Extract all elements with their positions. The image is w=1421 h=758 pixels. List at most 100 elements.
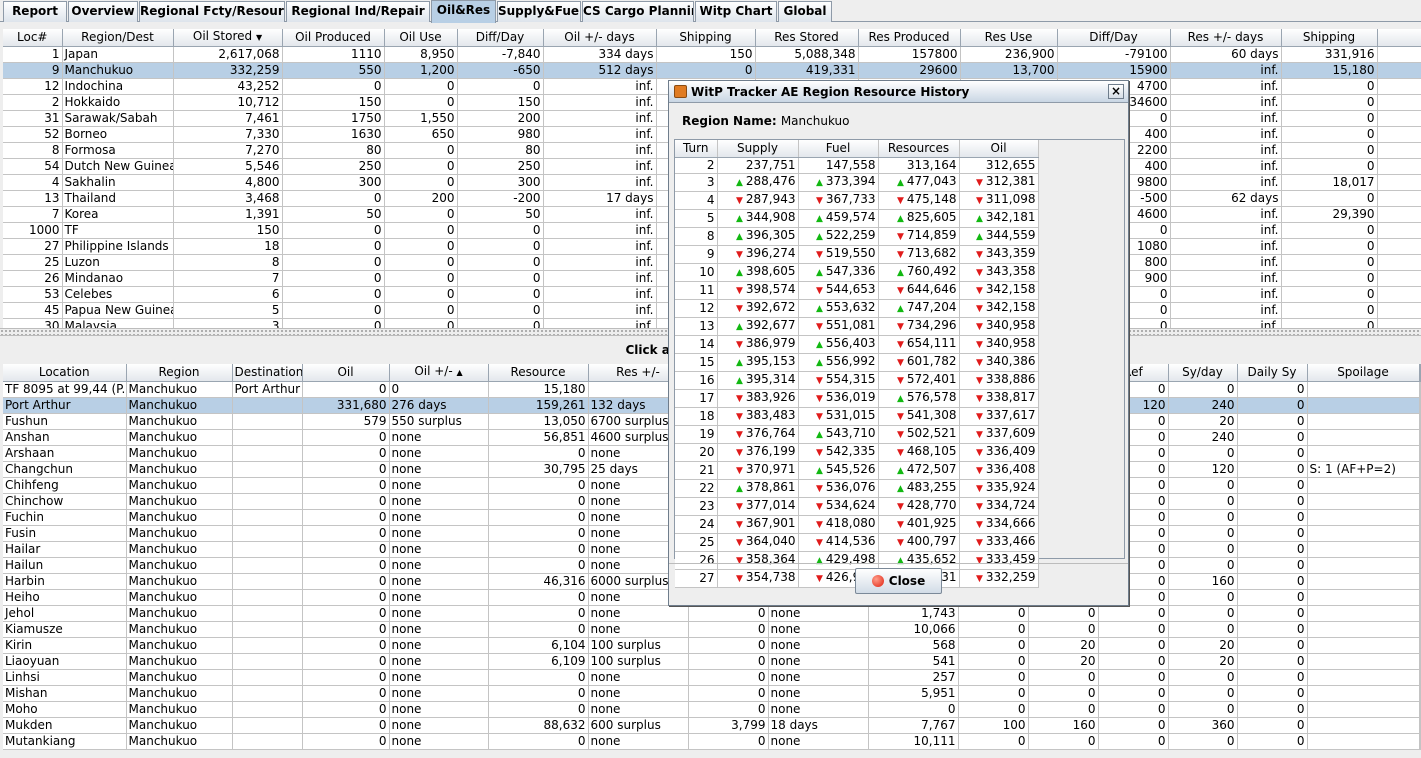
column-header[interactable]: Resource [488,364,589,382]
column-header[interactable]: Daily Sy [1237,364,1308,382]
column-header[interactable]: Diff/Day [457,29,544,47]
table-row[interactable]: Kirin Manchukuo 0 none 6,104 100 surplus 0 none… [3,637,1421,654]
tab-global[interactable]: Global [778,1,832,22]
history-row[interactable]: 20 ▼ 376,199 ▼ 542,335 ▼ 468,105 ▼ 336,409 [675,443,1039,462]
table-cell: 0 [302,461,390,478]
tab-regional-fcty-resources[interactable]: Regional Fcty/Resources [139,1,285,22]
history-row[interactable]: 3 ▲ 288,476 ▲ 373,394 ▲ 477,043 ▼ 312,381 [675,173,1039,192]
table-cell: 0 [958,685,1029,702]
column-header[interactable]: Oil [302,364,390,382]
history-row[interactable]: 22 ▲ 378,861 ▼ 536,076 ▲ 483,255 ▼ 335,924 [675,479,1039,498]
close-icon[interactable]: × [1108,84,1124,99]
history-row[interactable]: 4 ▼ 287,943 ▼ 367,733 ▼ 475,148 ▼ 311,098 [675,191,1039,210]
history-row[interactable]: 8 ▲ 396,305 ▲ 522,259 ▼ 714,859 ▲ 344,559 [675,227,1039,246]
tab-cs-cargo-planning[interactable]: CS Cargo Planning [582,1,694,22]
down-arrow-icon: ▼ [735,555,743,566]
tab-regional-ind-repair[interactable]: Regional Ind/Repair [286,1,430,22]
history-row[interactable]: 15 ▲ 395,153 ▲ 556,992 ▼ 601,782 ▼ 340,386 [675,353,1039,372]
table-cell: Papua New Guinea [62,302,174,319]
column-header[interactable]: Res Use [960,29,1058,47]
table-cell: 0 [302,509,390,526]
column-header[interactable]: Res +/- days [1170,29,1282,47]
table-cell: 0 [488,557,589,574]
column-header[interactable]: Region/Dest [62,29,174,47]
history-row[interactable]: 19 ▼ 376,764 ▲ 543,710 ▼ 502,521 ▼ 337,609 [675,425,1039,444]
column-header[interactable]: Oil Produced [282,29,385,47]
history-row[interactable]: 16 ▲ 395,314 ▼ 554,315 ▼ 572,401 ▼ 338,886 [675,371,1039,390]
table-row[interactable]: 9 Manchukuo 332,259 550 1,200 -650 512 days 0 41… [3,62,1421,79]
table-cell: none [588,733,689,750]
history-column-header[interactable]: Turn [675,140,718,158]
table-row[interactable]: Mutankiang Manchukuo 0 none 0 none 0 none 10,111… [3,733,1421,750]
history-column-header[interactable]: Oil [959,140,1039,158]
history-cell: ▼ 337,617 [959,407,1039,426]
tab-overview[interactable]: Overview [68,1,138,22]
table-cell: 62 days [1170,190,1282,207]
tab-witp-chart[interactable]: Witp Chart [695,1,777,22]
history-row[interactable]: 2 237,751 147,558 313,164 312,655 [675,157,1039,174]
close-button[interactable]: Close [855,568,942,594]
dialog-title-bar[interactable]: WitP Tracker AE Region Resource History … [669,81,1128,103]
history-row[interactable]: 23 ▼ 377,014 ▼ 534,624 ▼ 428,770 ▼ 334,724 [675,497,1039,516]
table-cell: inf. [543,206,657,223]
table-row[interactable]: Linhsi Manchukuo 0 none 0 none 0 none 257 0 0 0 0 0 [3,669,1421,686]
column-header[interactable]: Res Produced [858,29,961,47]
column-header[interactable]: Sy/day [1168,364,1238,382]
column-header[interactable]: Oil Stored ▼ [173,29,283,47]
tab-oil-res[interactable]: Oil&Res [431,0,496,23]
table-row[interactable]: Mishan Manchukuo 0 none 0 none 0 none 5,951 0 0 0 0 0 [3,685,1421,702]
table-row[interactable]: Liaoyuan Manchukuo 0 none 6,109 100 surplus 0 n… [3,653,1421,670]
table-row[interactable]: Kiamusze Manchukuo 0 none 0 none 0 none 10,066 0 0… [3,621,1421,638]
history-row[interactable]: 9 ▼ 396,274 ▼ 519,550 ▼ 713,682 ▼ 343,359 [675,245,1039,264]
history-row[interactable]: 12 ▼ 392,672 ▲ 553,632 ▲ 747,204 ▼ 342,158 [675,299,1039,318]
column-header[interactable]: Diff/Day [1057,29,1171,47]
column-header[interactable]: Shipping [1281,29,1378,47]
history-column-header[interactable]: Resources [878,140,960,158]
column-header[interactable]: Location [3,364,127,382]
history-row[interactable]: 14 ▼ 386,979 ▲ 556,403 ▼ 654,111 ▼ 340,958 [675,335,1039,354]
tab-report[interactable]: Report [3,1,67,22]
history-column-header[interactable]: Supply [717,140,799,158]
column-header[interactable]: Region [126,364,233,382]
history-row[interactable]: 11 ▼ 398,574 ▼ 544,653 ▼ 644,646 ▼ 342,158 [675,281,1039,300]
column-header[interactable]: Oil +/- days [543,29,657,47]
column-header[interactable]: Oil +/- ▲ [389,364,489,382]
column-header[interactable]: Oil Use [384,29,458,47]
tab-supply-fuel[interactable]: Supply&Fuel [497,1,581,22]
history-row[interactable]: 26 ▼ 358,364 ▲ 429,498 ▲ 435,652 ▼ 333,459 [675,551,1039,570]
history-row[interactable]: 25 ▼ 364,040 ▼ 414,536 ▼ 400,797 ▼ 333,466 [675,533,1039,552]
column-header[interactable]: Spoilage [1307,364,1420,382]
table-cell: 250 [282,158,385,175]
history-row[interactable]: 5 ▲ 344,908 ▲ 459,574 ▲ 825,605 ▲ 342,181 [675,209,1039,228]
table-row[interactable]: Jehol Manchukuo 0 none 0 none 0 none 1,743 0 0 0 0 0 [3,605,1421,622]
column-header[interactable]: Shipping [656,29,756,47]
table-cell: Manchukuo [126,637,233,654]
table-cell: inf. [543,270,657,287]
history-row[interactable]: 24 ▼ 367,901 ▼ 418,080 ▼ 401,925 ▼ 334,666 [675,515,1039,534]
column-header[interactable]: Destination [232,364,303,382]
history-cell: ▲ 760,492 [878,263,960,282]
history-row[interactable]: 17 ▼ 383,926 ▼ 536,019 ▲ 576,578 ▼ 338,817 [675,389,1039,408]
table-cell-filler [1419,733,1421,750]
history-row[interactable]: 10 ▲ 398,605 ▲ 547,336 ▲ 760,492 ▼ 343,358 [675,263,1039,282]
table-cell: 0 [1281,238,1378,255]
history-column-header[interactable]: Fuel [798,140,879,158]
table-cell: 0 [1237,669,1308,686]
table-cell: 550 [282,62,385,79]
table-cell [1307,589,1420,606]
history-cell: ▼ 343,359 [959,245,1039,264]
table-cell: 0 [302,557,390,574]
table-cell: 1 [3,46,63,63]
column-header[interactable]: Loc# [3,29,63,47]
history-cell: ▲ 459,574 [798,209,879,228]
history-row[interactable]: 13 ▲ 392,677 ▼ 551,081 ▼ 734,296 ▼ 340,958 [675,317,1039,336]
table-cell: inf. [1170,206,1282,223]
history-row[interactable]: 21 ▼ 370,971 ▲ 545,526 ▲ 472,507 ▼ 336,408 [675,461,1039,480]
table-row[interactable]: Moho Manchukuo 0 none 0 none 0 none 0 0 0 0 0 0 [3,701,1421,718]
down-arrow-icon: ▼ [975,249,983,260]
history-row[interactable]: 18 ▼ 383,483 ▼ 531,015 ▼ 541,308 ▼ 337,617 [675,407,1039,426]
table-row[interactable]: Mukden Manchukuo 0 none 88,632 600 surplus 3,7… [3,717,1421,734]
down-arrow-icon: ▼ [896,285,904,296]
column-header[interactable]: Res Stored [755,29,859,47]
table-row[interactable]: 1 Japan 2,617,068 1110 8,950 -7,840 334 days 15… [3,46,1421,63]
